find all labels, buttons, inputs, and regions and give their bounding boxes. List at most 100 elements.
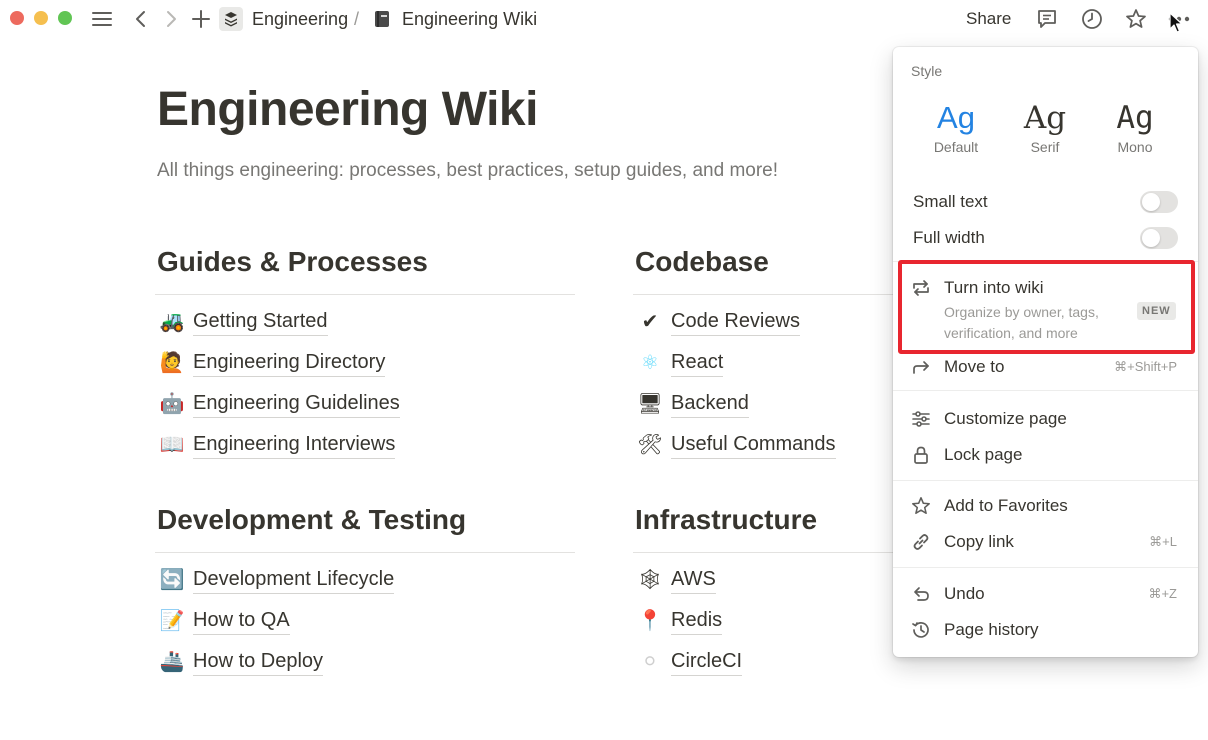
style-serif-option[interactable]: Ag Serif — [1000, 99, 1090, 155]
tractor-icon: 🚜 — [159, 311, 185, 333]
page-link[interactable]: Useful Commands — [671, 432, 836, 459]
window-close-button[interactable] — [10, 11, 24, 25]
page-link[interactable]: Getting Started — [193, 309, 328, 336]
turn-into-wiki-label: Turn into wiki — [944, 278, 1044, 297]
star-icon — [910, 495, 932, 517]
page-link[interactable]: AWS — [671, 567, 716, 594]
list-item[interactable]: 📝 How to QA — [155, 608, 575, 649]
lock-page-item[interactable]: Lock page — [893, 442, 1198, 468]
forward-icon[interactable] — [162, 6, 182, 32]
menu-divider — [893, 390, 1198, 391]
menu-divider — [893, 567, 1198, 568]
stack-icon[interactable] — [219, 7, 243, 31]
section-divider — [155, 294, 575, 295]
page-link[interactable]: Development Lifecycle — [193, 567, 395, 594]
share-button[interactable]: Share — [966, 9, 1011, 29]
list-item[interactable]: 🚜 Getting Started — [155, 309, 575, 350]
list-item[interactable]: 🚢 How to Deploy — [155, 649, 575, 690]
sliders-icon — [910, 408, 932, 430]
style-mono-option[interactable]: Ag Mono — [1090, 99, 1180, 155]
pushpin-icon: 📍 — [637, 610, 663, 632]
spiderweb-icon: 🕸 — [637, 569, 663, 591]
section-development-testing: Development & Testing 🔄 Development Lifec… — [155, 502, 575, 690]
copy-link-label: Copy link — [944, 532, 1014, 551]
page-description[interactable]: All things engineering: processes, best … — [157, 160, 778, 182]
list-item[interactable]: 🔄 Development Lifecycle — [155, 567, 575, 608]
section-heading: Development & Testing — [157, 504, 467, 535]
breadcrumb-engineering[interactable]: Engineering — [252, 9, 348, 30]
notebook-icon — [372, 9, 392, 29]
move-to-item[interactable]: Move to ⌘+Shift+P — [893, 354, 1198, 380]
small-text-toggle[interactable] — [1140, 191, 1178, 213]
page-link[interactable]: Code Reviews — [671, 309, 800, 336]
link-icon — [910, 531, 932, 553]
menu-divider — [893, 261, 1198, 262]
new-page-plus-icon[interactable] — [190, 6, 212, 32]
page-link[interactable]: Engineering Guidelines — [193, 391, 400, 418]
style-mono-glyph: Ag — [1116, 100, 1154, 136]
new-badge: NEW — [1137, 302, 1176, 320]
page-link[interactable]: How to QA — [193, 608, 290, 635]
move-to-shortcut: ⌘+Shift+P — [1114, 359, 1177, 374]
atom-icon: ⚛ — [641, 352, 659, 374]
convert-icon — [910, 277, 932, 299]
star-icon[interactable] — [1123, 6, 1149, 32]
memo-icon: 📝 — [159, 610, 185, 632]
clock-icon[interactable] — [1079, 6, 1105, 32]
undo-label: Undo — [944, 584, 985, 603]
page-link[interactable]: Engineering Interviews — [193, 432, 396, 459]
window-minimize-button[interactable] — [34, 11, 48, 25]
add-to-favorites-label: Add to Favorites — [944, 496, 1068, 515]
list-item[interactable]: 📖 Engineering Interviews — [155, 432, 575, 473]
lock-icon — [910, 444, 932, 466]
style-serif-glyph: Ag — [1023, 100, 1067, 136]
list-item[interactable]: 🙋 Engineering Directory — [155, 350, 575, 391]
section-guides-processes: Guides & Processes 🚜 Getting Started 🙋 Eng… — [155, 244, 575, 473]
list-item[interactable]: 🤖 Engineering Guidelines — [155, 391, 575, 432]
style-default-option[interactable]: Ag Default — [911, 99, 1001, 155]
page-link[interactable]: Backend — [671, 391, 749, 418]
style-default-glyph: Ag — [937, 100, 975, 135]
page-link[interactable]: Redis — [671, 608, 723, 635]
small-text-label: Small text — [913, 192, 988, 211]
small-text-row[interactable]: Small text — [893, 189, 1198, 215]
comment-icon[interactable] — [1034, 6, 1060, 32]
page-history-item[interactable]: Page history — [893, 617, 1198, 643]
customize-page-item[interactable]: Customize page — [893, 406, 1198, 432]
page-link[interactable]: CircleCI — [671, 649, 743, 676]
full-width-toggle[interactable] — [1140, 227, 1178, 249]
back-icon[interactable] — [130, 6, 150, 32]
turn-into-wiki-item[interactable]: Turn into wiki Organize by owner, tags, … — [893, 269, 1198, 349]
history-icon — [910, 619, 932, 641]
robot-icon: 🤖 — [159, 393, 185, 415]
lock-page-label: Lock page — [944, 445, 1023, 464]
page-link[interactable]: Engineering Directory — [193, 350, 386, 377]
top-bar: Engineering / Engineering Wiki Share — [0, 0, 1208, 40]
turn-into-wiki-description: Organize by owner, tags, verification, a… — [944, 304, 1099, 341]
undo-item[interactable]: Undo ⌘+Z — [893, 581, 1198, 607]
page-link[interactable]: How to Deploy — [193, 649, 324, 676]
tools-icon: 🛠 — [637, 434, 663, 456]
section-divider — [155, 552, 575, 553]
sidebar-menu-icon[interactable] — [90, 6, 114, 32]
mouse-cursor-icon — [1169, 12, 1183, 39]
window-zoom-button[interactable] — [58, 11, 72, 25]
breadcrumb-engineering-wiki[interactable]: Engineering Wiki — [402, 9, 537, 30]
book-icon: 📖 — [159, 434, 185, 456]
style-serif-label: Serif — [1030, 139, 1060, 155]
copy-link-shortcut: ⌘+L — [1149, 534, 1177, 549]
style-mono-label: Mono — [1117, 139, 1153, 155]
undo-shortcut: ⌘+Z — [1148, 586, 1177, 601]
page-options-menu: Style Ag Default Ag Serif Ag Mono Small … — [893, 47, 1198, 657]
monitor-icon: 🖥 — [637, 393, 663, 415]
full-width-label: Full width — [913, 228, 985, 247]
add-to-favorites-item[interactable]: Add to Favorites — [893, 493, 1198, 519]
customize-page-label: Customize page — [944, 409, 1067, 428]
full-width-row[interactable]: Full width — [893, 225, 1198, 251]
menu-divider — [893, 480, 1198, 481]
page-link[interactable]: React — [671, 350, 724, 377]
page-history-label: Page history — [944, 620, 1039, 639]
copy-link-item[interactable]: Copy link ⌘+L — [893, 529, 1198, 555]
page-title[interactable]: Engineering Wiki — [157, 82, 538, 137]
checkmark-icon: ✔ — [641, 311, 659, 333]
